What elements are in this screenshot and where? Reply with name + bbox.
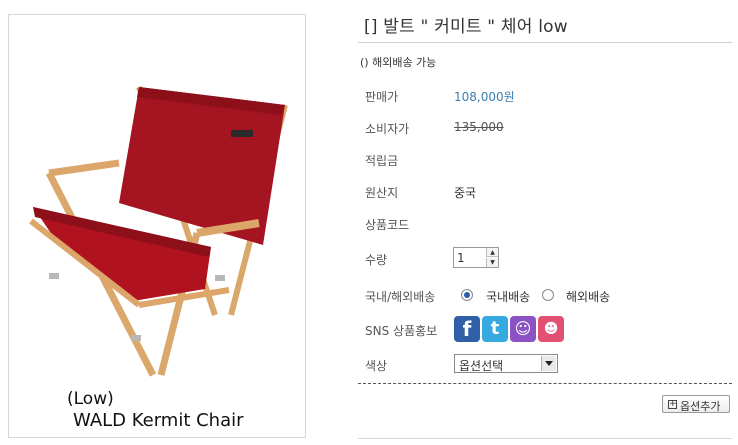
origin-label: 원산지 xyxy=(365,186,399,200)
twitter-icon[interactable]: t xyxy=(482,316,508,342)
bottom-divider xyxy=(358,438,732,439)
overseas-shipping-note: () 해외배송 가능 xyxy=(360,56,437,69)
plus-icon: + xyxy=(668,399,677,409)
shipping-domestic-radio[interactable] xyxy=(461,289,473,301)
product-title: [] 발트 " 커미트 " 체어 low xyxy=(364,17,568,37)
options-divider xyxy=(358,383,732,384)
shipping-type-label: 국내/해외배송 xyxy=(365,290,436,304)
product-image-chair xyxy=(29,86,288,377)
quantity-down-button[interactable]: ▼ xyxy=(486,258,498,267)
shipping-domestic-label: 국내배송 xyxy=(486,290,531,304)
add-option-button[interactable]: + 옵션추가 xyxy=(662,395,730,413)
product-code-label: 상품코드 xyxy=(365,218,410,232)
chevron-down-icon xyxy=(541,356,556,371)
quantity-input[interactable] xyxy=(455,249,486,266)
consumer-price-value: 135,000 xyxy=(454,120,504,134)
image-caption-model: (Low) xyxy=(67,389,114,409)
color-select-value: 옵션선택 xyxy=(459,359,504,373)
sale-price-value: 108,000원 xyxy=(454,90,515,104)
color-select[interactable]: 옵션선택 xyxy=(454,354,558,373)
color-label: 색상 xyxy=(365,359,388,373)
quantity-label: 수량 xyxy=(365,253,388,267)
shipping-overseas-radio[interactable] xyxy=(542,289,554,301)
points-label: 적립금 xyxy=(365,154,399,168)
quantity-stepper: ▲ ▼ xyxy=(453,247,499,268)
sale-price-label: 판매가 xyxy=(365,90,399,104)
shipping-overseas-label: 해외배송 xyxy=(566,290,611,304)
yozm-icon[interactable]: ☻ xyxy=(538,316,564,342)
origin-value: 중국 xyxy=(454,186,477,200)
facebook-icon[interactable]: f xyxy=(454,316,480,342)
title-divider xyxy=(358,42,732,43)
product-image-frame: (Low) WALD Kermit Chair xyxy=(8,14,306,438)
add-option-label: 옵션추가 xyxy=(680,400,721,413)
sns-promo-label: SNS 상품홍보 xyxy=(365,324,438,338)
image-caption-name: WALD Kermit Chair xyxy=(73,410,244,431)
quantity-up-button[interactable]: ▲ xyxy=(486,248,498,257)
me2day-icon[interactable]: ☺ xyxy=(510,316,536,342)
consumer-price-label: 소비자가 xyxy=(365,122,410,136)
